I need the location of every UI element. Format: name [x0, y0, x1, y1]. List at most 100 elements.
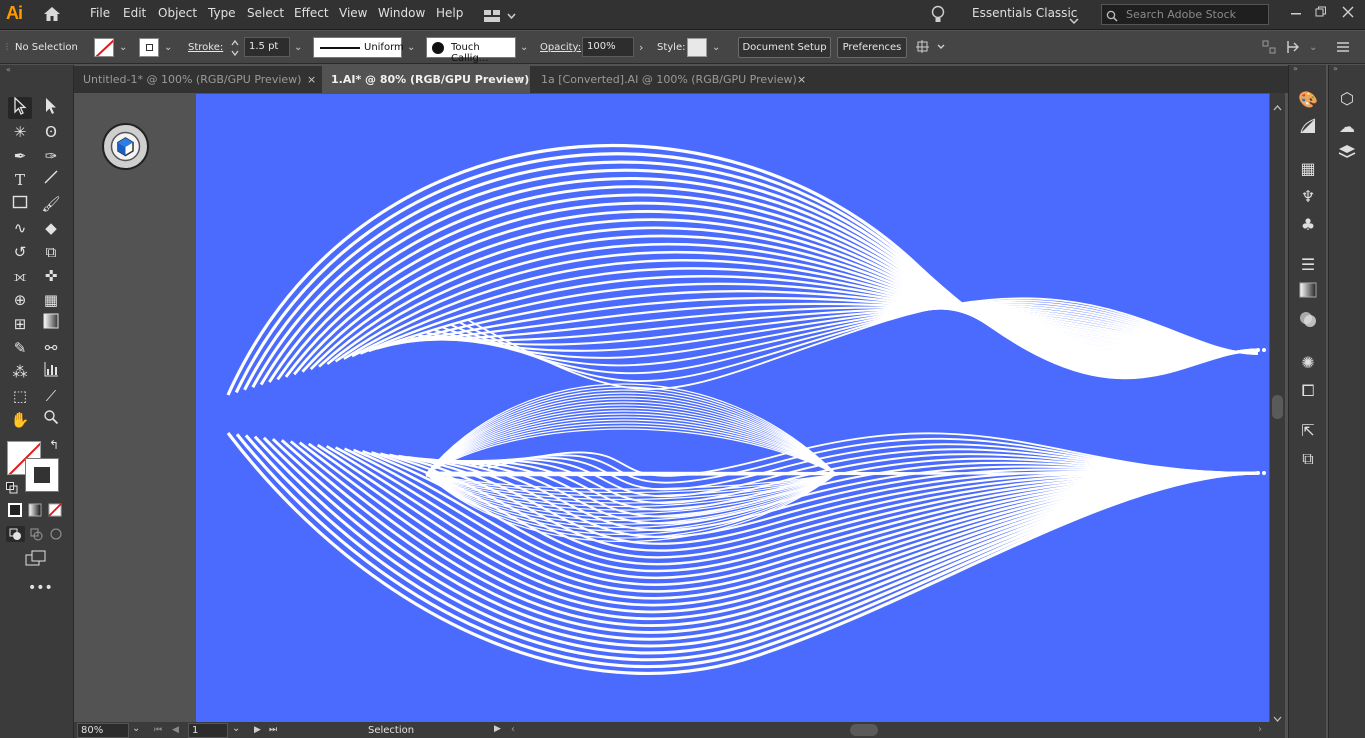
tab-close-icon[interactable]: ×	[797, 73, 806, 86]
style-chevron-icon[interactable]: ⌄	[712, 42, 720, 53]
screen-mode-icon[interactable]	[25, 550, 47, 572]
rectangle-tool-icon[interactable]	[8, 193, 32, 215]
home-icon[interactable]	[42, 5, 62, 27]
zoom-tool-icon[interactable]	[39, 409, 63, 431]
profile-chevron-icon[interactable]: ⌄	[407, 42, 415, 53]
collapse-dock-icon[interactable]: »	[1293, 64, 1299, 73]
edit-toolbar-icon[interactable]: •••	[28, 580, 53, 596]
perspective-grid-icon[interactable]: ▦	[39, 289, 63, 311]
opacity-field[interactable]: 100%	[582, 37, 634, 57]
minimize-icon[interactable]	[1290, 4, 1302, 23]
draw-normal-icon[interactable]	[6, 526, 25, 542]
zoom-chevron-icon[interactable]: ⌄	[132, 723, 140, 734]
lasso-icon[interactable]: ʘ	[39, 121, 63, 143]
menu-effect[interactable]: Effect	[294, 6, 329, 20]
vertical-scrollbar[interactable]	[1270, 93, 1285, 722]
export-icon[interactable]: ⇱	[1296, 420, 1320, 442]
stroke-chevron-icon[interactable]: ⌄	[164, 42, 172, 53]
hand-tool-icon[interactable]: ✋	[8, 409, 32, 431]
menu-view[interactable]: View	[339, 6, 367, 20]
tab-close-icon[interactable]: ×	[307, 73, 316, 86]
selection-tool-icon[interactable]	[8, 96, 32, 119]
width-tool-icon[interactable]: ⟗	[8, 265, 32, 287]
none-mode-icon[interactable]	[48, 502, 62, 521]
artboard-number-field[interactable]: 1	[188, 723, 228, 738]
shape-builder-icon[interactable]: ⊕	[8, 289, 32, 311]
line-segment-icon[interactable]	[39, 169, 63, 191]
mesh-tool-icon[interactable]: ⊞	[8, 313, 32, 335]
eyedropper-icon[interactable]: ✎	[8, 337, 32, 359]
fill-swatch[interactable]	[94, 38, 114, 57]
arrange-documents-icon[interactable]	[484, 8, 516, 27]
workspace-switcher[interactable]: Essentials Classic	[972, 6, 1077, 20]
document-setup-button[interactable]: Document Setup	[738, 37, 831, 58]
brushes-icon[interactable]: ♆	[1296, 186, 1320, 208]
stroke-swatch[interactable]	[139, 38, 159, 57]
vertical-scroll-thumb[interactable]	[1272, 395, 1283, 419]
scroll-up-icon[interactable]	[1273, 96, 1282, 115]
anchor-point[interactable]	[1256, 471, 1260, 475]
layers-icon[interactable]	[1335, 144, 1359, 166]
color-mode-icon[interactable]	[8, 502, 22, 521]
scroll-left-icon[interactable]: ‹	[511, 724, 515, 735]
magic-wand-icon[interactable]: ✳	[8, 121, 32, 143]
draw-inside-icon[interactable]	[47, 526, 66, 546]
menu-help[interactable]: Help	[436, 6, 463, 20]
artboards-icon[interactable]: ⧉	[1296, 448, 1320, 470]
opacity-arrow-icon[interactable]: ›	[639, 41, 643, 54]
restore-icon[interactable]	[1315, 3, 1327, 22]
close-icon[interactable]	[1342, 3, 1354, 22]
symbols-icon[interactable]: ♣	[1296, 214, 1320, 236]
anchor-point[interactable]	[1262, 348, 1266, 352]
collapse-tools-icon[interactable]: «	[6, 65, 12, 74]
color-icon[interactable]: 🎨	[1296, 89, 1320, 111]
arrange-objects-icon[interactable]	[916, 39, 946, 58]
blend-tool-icon[interactable]: ⚯	[39, 337, 63, 359]
menu-object[interactable]: Object	[158, 6, 197, 20]
color-guide-icon[interactable]	[1296, 117, 1320, 139]
chevron-down-icon[interactable]	[1069, 10, 1079, 29]
status-menu-icon[interactable]: ▶	[494, 724, 501, 734]
artboard-tool-icon[interactable]: ⬚	[8, 385, 32, 407]
curvature-tool-icon[interactable]: ✑	[39, 145, 63, 167]
swap-fill-stroke-icon[interactable]: ↰	[49, 438, 59, 452]
gradient-icon[interactable]	[1296, 282, 1320, 304]
tab-1a-converted[interactable]: 1a [Converted].AI @ 100% (RGB/GPU Previe…	[532, 66, 812, 93]
slice-tool-icon[interactable]: ⟋	[39, 385, 63, 407]
transparency-icon[interactable]	[1296, 310, 1320, 332]
menu-window[interactable]: Window	[378, 6, 425, 20]
scroll-right-icon[interactable]: ›	[1258, 724, 1262, 735]
symbol-sprayer-icon[interactable]: ⁂	[8, 361, 32, 383]
stroke-stepper-icon[interactable]	[230, 39, 240, 60]
pen-tool-icon[interactable]: ✒	[8, 145, 32, 167]
stroke-color-box[interactable]	[25, 458, 59, 492]
stroke-icon[interactable]: ☰	[1296, 254, 1320, 276]
brush-definition[interactable]: Touch Callig...	[426, 37, 516, 64]
rotate-tool-icon[interactable]: ↺	[8, 241, 32, 263]
menu-edit[interactable]: Edit	[123, 6, 146, 20]
menu-select[interactable]: Select	[247, 6, 284, 20]
cc-libraries-icon[interactable]: ☁	[1335, 116, 1359, 138]
opacity-label[interactable]: Opacity:	[540, 42, 581, 53]
scale-tool-icon[interactable]: ⧉	[39, 241, 63, 263]
line-art-waves[interactable]	[196, 94, 1269, 722]
stroke-label[interactable]: Stroke:	[188, 42, 223, 53]
tab-untitled-1[interactable]: Untitled-1* @ 100% (RGB/GPU Preview)	[74, 66, 322, 93]
control-menu-icon[interactable]	[1336, 41, 1350, 56]
gradient-mode-icon[interactable]	[28, 502, 42, 521]
horizontal-scroll-thumb[interactable]	[850, 724, 878, 736]
next-artboard-icon[interactable]: ▶	[254, 725, 261, 735]
artboard[interactable]	[196, 94, 1269, 722]
brush-chevron-icon[interactable]: ⌄	[520, 42, 528, 53]
stroke-weight-field[interactable]: 1.5 pt	[244, 37, 290, 57]
anchor-point[interactable]	[1262, 471, 1266, 475]
search-input[interactable]: Search Adobe Stock	[1101, 4, 1269, 25]
last-artboard-icon[interactable]: ⏭	[269, 725, 277, 735]
align-icon[interactable]	[1262, 40, 1276, 57]
swatches-icon[interactable]: ▦	[1296, 158, 1320, 180]
type-tool-icon[interactable]: T	[8, 169, 32, 191]
transform-chevron-icon[interactable]: ⌄	[1309, 42, 1317, 53]
paintbrush-icon[interactable]: 🖌	[39, 193, 63, 215]
default-fill-stroke-icon[interactable]	[6, 479, 18, 498]
libraries-icon[interactable]: ⬡	[1335, 88, 1359, 110]
